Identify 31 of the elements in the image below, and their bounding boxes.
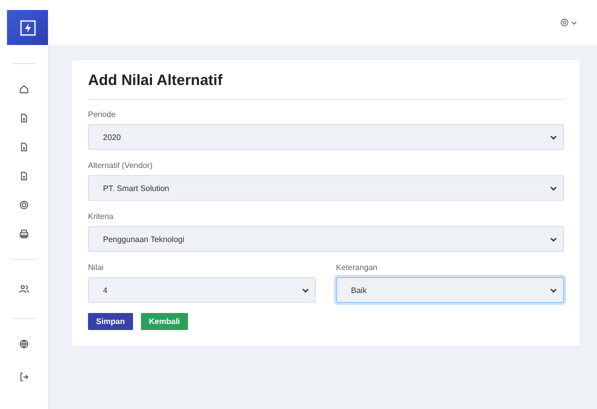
field-label: Alternatif (Vendor)	[88, 161, 152, 170]
field-label: Periode	[88, 110, 116, 119]
chevron-down-icon	[550, 186, 557, 190]
chevron-down-icon	[571, 20, 577, 24]
document-icon[interactable]	[19, 142, 29, 152]
select-field[interactable]: Penggunaan Teknologi	[88, 226, 564, 252]
save-button[interactable]: Simpan	[88, 313, 133, 330]
printer-icon[interactable]	[19, 229, 29, 239]
settings-button[interactable]	[560, 18, 577, 27]
chevron-down-icon	[550, 134, 557, 140]
home-icon[interactable]	[19, 84, 29, 94]
form-title: Add Nilai Alternatif	[88, 72, 564, 100]
chevron-down-icon	[550, 288, 557, 292]
document-icon[interactable]	[19, 171, 29, 181]
select-field[interactable]: 2020	[88, 124, 564, 150]
users-icon[interactable]	[19, 284, 29, 294]
select-field[interactable]: PT. Smart Solution	[88, 175, 564, 201]
field-label: Nilai	[88, 263, 104, 272]
select-field[interactable]: Baik	[336, 277, 564, 303]
logo[interactable]	[7, 10, 48, 45]
field-label: Kriteria	[88, 212, 114, 221]
select-field[interactable]: 4	[88, 277, 316, 303]
field-label: Keterangan	[336, 263, 378, 272]
logout-icon[interactable]	[19, 372, 29, 382]
document-icon[interactable]	[19, 113, 29, 123]
target-icon[interactable]	[19, 200, 29, 210]
settings-icon	[560, 18, 569, 27]
lightning-icon	[20, 20, 36, 36]
chevron-down-icon	[302, 288, 309, 292]
chevron-down-icon	[550, 236, 557, 242]
globe-icon[interactable]	[19, 339, 29, 349]
